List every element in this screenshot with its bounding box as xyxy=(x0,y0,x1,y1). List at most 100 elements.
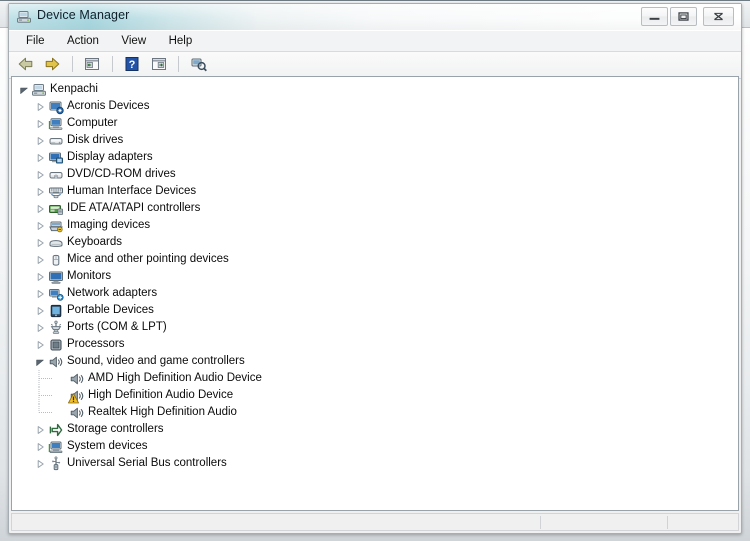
hid-icon xyxy=(48,184,64,200)
monitor-icon xyxy=(49,271,63,284)
tree-item[interactable]: Keyboards xyxy=(12,234,738,251)
tree-item-label: DVD/CD-ROM drives xyxy=(67,168,176,180)
menu-file[interactable]: File xyxy=(17,31,54,50)
keyboard-icon xyxy=(49,240,63,247)
maximize-button[interactable] xyxy=(670,7,697,26)
title-bar[interactable]: Device Manager xyxy=(9,4,741,31)
sound-controller-icon xyxy=(49,356,63,368)
acronis-devices-icon xyxy=(48,99,64,115)
svg-text:?: ? xyxy=(129,59,136,71)
computer-root-icon xyxy=(32,84,46,96)
ide-controller-icon xyxy=(48,201,64,217)
portable-device-icon xyxy=(50,304,62,318)
root-twisty[interactable] xyxy=(18,81,29,98)
usb-controller-icon xyxy=(52,456,61,471)
tree-item-label: Human Interface Devices xyxy=(67,185,197,197)
tree-item[interactable]: Portable Devices xyxy=(12,302,738,319)
tree-root-item[interactable]: Kenpachi xyxy=(12,81,738,98)
tree-twisty[interactable] xyxy=(34,115,45,132)
computer-icon xyxy=(48,118,63,130)
tree-item-label: Processors xyxy=(67,338,125,350)
tree-item[interactable]: Acronis Devices xyxy=(12,98,738,115)
tree-item[interactable]: Network adapters xyxy=(12,285,738,302)
tree-twisty[interactable] xyxy=(34,217,45,234)
warning-triangle-icon xyxy=(68,393,79,404)
tree-twisty[interactable] xyxy=(34,302,45,319)
tree-item[interactable]: Human Interface Devices xyxy=(12,183,738,200)
expand-triangle-icon xyxy=(37,120,44,128)
acronis-devices-icon xyxy=(49,101,64,115)
system-device-icon xyxy=(48,439,64,455)
tree-item[interactable]: Storage controllers xyxy=(12,421,738,438)
tree-item[interactable]: High Definition Audio Device xyxy=(12,387,738,404)
processor-icon xyxy=(50,339,62,351)
tree-item[interactable]: Sound, video and game controllers xyxy=(12,353,738,370)
tree-item[interactable]: Mice and other pointing devices xyxy=(12,251,738,268)
tree-item-label: Sound, video and game controllers xyxy=(67,355,245,367)
tree-twisty[interactable] xyxy=(34,285,45,302)
tree-twisty[interactable] xyxy=(34,200,45,217)
expand-triangle-icon xyxy=(37,154,44,162)
expand-triangle-icon xyxy=(37,460,44,468)
tree-item[interactable]: Display adapters xyxy=(12,149,738,166)
tree-twisty[interactable] xyxy=(34,166,45,183)
tree-twisty[interactable] xyxy=(34,132,45,149)
back-button[interactable] xyxy=(15,54,37,74)
tree-twisty[interactable] xyxy=(34,98,45,115)
toolbar-separator xyxy=(178,56,180,72)
properties-button[interactable] xyxy=(148,54,170,74)
expand-triangle-icon xyxy=(37,188,44,196)
tree-twisty[interactable] xyxy=(34,438,45,455)
tree-item-label: Kenpachi xyxy=(50,83,98,95)
tree-twisty[interactable] xyxy=(34,183,45,200)
tree-twisty[interactable] xyxy=(34,268,45,285)
scan-hardware-changes-button[interactable] xyxy=(188,54,210,74)
minimize-button[interactable] xyxy=(641,7,668,26)
tree-item-label: Imaging devices xyxy=(67,219,151,231)
tree-twisty[interactable] xyxy=(34,234,45,251)
tree-item[interactable]: Ports (COM & LPT) xyxy=(12,319,738,336)
keyboard-icon xyxy=(48,235,64,251)
tree-twisty[interactable] xyxy=(34,421,45,438)
tree-item[interactable]: Imaging devices xyxy=(12,217,738,234)
close-button[interactable] xyxy=(703,7,734,26)
tree-item[interactable]: AMD High Definition Audio Device xyxy=(12,370,738,387)
sound-controller-icon xyxy=(48,354,64,370)
tree-twisty[interactable] xyxy=(34,149,45,166)
imaging-device-icon xyxy=(49,221,63,233)
tree-twisty[interactable] xyxy=(34,251,45,268)
tree-item[interactable]: DVD/CD-ROM drives xyxy=(12,166,738,183)
speaker-icon xyxy=(70,407,84,419)
tree-twisty[interactable] xyxy=(34,319,45,336)
tree-twisty[interactable] xyxy=(34,455,45,472)
menu-action[interactable]: Action xyxy=(58,31,108,50)
monitor-icon xyxy=(48,269,64,285)
device-tree-pane[interactable]: Kenpachi Acronis Devices Computer Disk driv… xyxy=(11,76,739,511)
tree-item[interactable]: Monitors xyxy=(12,268,738,285)
help-button[interactable]: ? xyxy=(121,54,143,74)
toolbar: ? xyxy=(9,52,741,79)
tree-item-label: Acronis Devices xyxy=(67,100,150,112)
computer-root-icon xyxy=(31,82,47,98)
expand-triangle-icon xyxy=(37,239,44,247)
tree-item[interactable]: Realtek High Definition Audio xyxy=(12,404,738,421)
tree-item[interactable]: Universal Serial Bus controllers xyxy=(12,455,738,472)
speaker-icon xyxy=(69,405,85,421)
tree-twisty[interactable] xyxy=(34,353,45,370)
imaging-device-icon xyxy=(48,218,64,234)
tree-item[interactable]: IDE ATA/ATAPI controllers xyxy=(12,200,738,217)
tree-item-label: System devices xyxy=(67,440,148,452)
tree-item[interactable]: Computer xyxy=(12,115,738,132)
tree-item[interactable]: Processors xyxy=(12,336,738,353)
help-question-icon: ? xyxy=(125,57,139,71)
show-hide-console-tree-button[interactable] xyxy=(81,54,103,74)
tree-item[interactable]: Disk drives xyxy=(12,132,738,149)
forward-button[interactable] xyxy=(41,54,63,74)
menu-help[interactable]: Help xyxy=(160,31,202,50)
expand-triangle-icon xyxy=(37,171,44,179)
properties-icon xyxy=(151,58,166,70)
tree-item[interactable]: System devices xyxy=(12,438,738,455)
menu-view[interactable]: View xyxy=(112,31,155,50)
device-tree: Kenpachi Acronis Devices Computer Disk driv… xyxy=(12,77,738,472)
tree-twisty[interactable] xyxy=(34,336,45,353)
